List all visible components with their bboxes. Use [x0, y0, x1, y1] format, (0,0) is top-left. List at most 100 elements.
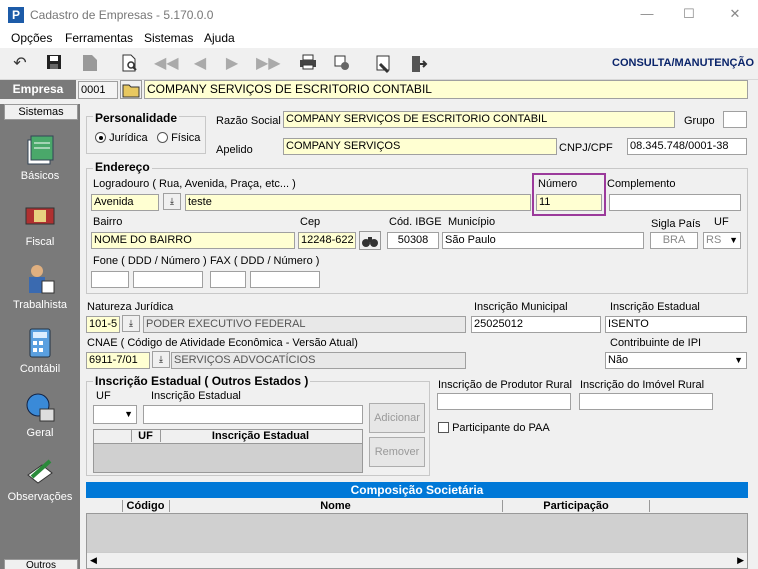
scroll-left-icon[interactable]: ◀: [90, 555, 97, 566]
previous-record-icon[interactable]: ◀: [190, 54, 210, 74]
app-icon: P: [8, 7, 24, 23]
contrib-ipi-select[interactable]: Não ▼: [605, 352, 747, 369]
menu-ajuda[interactable]: Ajuda: [204, 31, 235, 45]
cnpj-input[interactable]: 08.345.748/0001-38: [627, 138, 747, 155]
basicos-icon: [27, 135, 54, 165]
ie-outros-ie-label: Inscrição Estadual: [151, 390, 241, 402]
numero-label: Número: [538, 178, 578, 190]
sidebar-tab-outros[interactable]: Outros: [4, 559, 78, 569]
apelido-input[interactable]: COMPANY SERVIÇOS: [283, 138, 557, 155]
insc-estadual-label: Inscrição Estadual: [610, 301, 700, 313]
ie-outros-uf-label: UF: [96, 390, 111, 402]
sidebar-label-geral: Geral: [26, 427, 54, 439]
adicionar-button[interactable]: Adicionar: [369, 403, 425, 433]
imovel-rural-label: Inscrição do Imóvel Rural: [580, 379, 705, 391]
logradouro-input[interactable]: teste: [185, 194, 531, 211]
sidebar-item-contabil[interactable]: Contábil: [0, 327, 80, 375]
razao-social-input[interactable]: COMPANY SERVIÇOS DE ESCRITORIO CONTABIL: [283, 111, 675, 128]
grupo-input[interactable]: [723, 111, 747, 128]
ie-outros-uf-select[interactable]: ▼: [93, 405, 137, 424]
cnae-code-input[interactable]: 6911-7/01: [86, 352, 150, 369]
complemento-input[interactable]: [609, 194, 741, 211]
produtor-rural-label: Inscrição de Produtor Rural: [438, 379, 572, 391]
first-record-icon[interactable]: ◀◀: [154, 54, 179, 74]
razao-social-label: Razão Social: [216, 115, 281, 127]
municipio-label: Município: [448, 216, 496, 228]
produtor-rural-input[interactable]: [437, 393, 571, 410]
ibge-input[interactable]: 50308: [387, 232, 439, 249]
sidebar-item-fiscal[interactable]: Fiscal: [0, 200, 80, 248]
sidebar-item-basicos[interactable]: Básicos: [0, 134, 80, 182]
minimize-button[interactable]: —: [636, 4, 658, 24]
horizontal-scrollbar[interactable]: ◀ ▶: [87, 552, 747, 568]
fone-ddd-input[interactable]: [91, 271, 129, 288]
ibge-label: Cód. IBGE: [389, 216, 442, 228]
ie-outros-col-ie: Inscrição Estadual: [160, 430, 360, 442]
close-button[interactable]: ✕: [724, 4, 746, 24]
menu-sistemas[interactable]: Sistemas: [144, 31, 193, 45]
maximize-button[interactable]: ☐: [678, 4, 700, 24]
bairro-input[interactable]: NOME DO BAIRRO: [91, 232, 295, 249]
sigla-pais-input[interactable]: BRA: [650, 232, 698, 249]
fone-numero-input[interactable]: [133, 271, 203, 288]
empresa-name[interactable]: COMPANY SERVIÇOS DE ESCRITORIO CONTABIL: [144, 80, 748, 99]
ie-outros-ie-input[interactable]: [143, 405, 363, 424]
menu-ferramentas[interactable]: Ferramentas: [65, 31, 133, 45]
sidebar-item-geral[interactable]: Geral: [0, 391, 80, 439]
radio-fisica[interactable]: Física: [157, 132, 200, 144]
fone-label: Fone ( DDD / Número ): [93, 255, 207, 267]
cep-input[interactable]: 12248-622: [298, 232, 356, 249]
logradouro-tipo-input[interactable]: Avenida: [91, 194, 159, 211]
insc-municipal-input[interactable]: 25025012: [471, 316, 601, 333]
paa-label: Participante do PAA: [452, 422, 550, 434]
ie-outros-uf-chevron-down-icon: ▼: [124, 409, 133, 419]
imovel-rural-input[interactable]: [579, 393, 713, 410]
menu-opcoes[interactable]: Opções: [11, 31, 52, 45]
natureza-lookup-icon[interactable]: ⤓: [122, 315, 140, 332]
sidebar-item-observacoes[interactable]: Observações: [0, 455, 80, 503]
print-icon[interactable]: [298, 54, 318, 74]
exit-icon[interactable]: [408, 54, 428, 74]
composicao-col-participacao: Participação: [502, 500, 650, 512]
contrib-ipi-label: Contribuinte de IPI: [610, 337, 702, 349]
insc-estadual-input[interactable]: ISENTO: [605, 316, 747, 333]
new-document-icon[interactable]: [80, 54, 100, 74]
empresa-code[interactable]: 0001: [78, 81, 118, 99]
next-record-icon[interactable]: ▶: [222, 54, 242, 74]
paa-checkbox[interactable]: Participante do PAA: [438, 422, 550, 434]
sidebar-label-trabalhista: Trabalhista: [12, 299, 67, 311]
grupo-label: Grupo: [684, 115, 715, 127]
cnae-lookup-icon[interactable]: ⤓: [152, 351, 170, 368]
last-record-icon[interactable]: ▶▶: [256, 54, 281, 74]
tools-icon[interactable]: [374, 54, 394, 74]
radio-juridica[interactable]: Jurídica: [95, 132, 148, 144]
mode-label: CONSULTA/MANUTENÇÃO: [612, 57, 754, 69]
fax-ddd-input[interactable]: [210, 271, 246, 288]
sidebar-label-contabil: Contábil: [19, 363, 61, 375]
municipio-input[interactable]: São Paulo: [442, 232, 644, 249]
uf-select[interactable]: RS ▼: [703, 232, 741, 249]
save-icon[interactable]: [44, 54, 64, 74]
preview-icon[interactable]: [120, 54, 140, 74]
natureza-code-input[interactable]: 101-5: [86, 316, 120, 333]
bairro-label: Bairro: [93, 216, 123, 228]
remover-button[interactable]: Remover: [369, 437, 425, 467]
cnae-label: CNAE ( Código de Atividade Econômica - V…: [87, 337, 358, 349]
numero-input[interactable]: 11: [536, 194, 602, 211]
scroll-right-icon[interactable]: ▶: [737, 555, 744, 566]
print-setup-icon[interactable]: [332, 54, 352, 74]
binoculars-icon[interactable]: [359, 231, 381, 250]
sidebar-item-trabalhista[interactable]: Trabalhista: [0, 263, 80, 311]
notepad-pen-icon: [27, 459, 53, 484]
fax-numero-input[interactable]: [250, 271, 320, 288]
sidebar-label-fiscal: Fiscal: [25, 236, 55, 248]
ie-outros-col-uf: UF: [131, 430, 159, 442]
sidebar-tab-sistemas[interactable]: Sistemas: [4, 104, 78, 120]
personalidade-title: Personalidade: [93, 111, 180, 125]
logradouro-tipo-lookup-icon[interactable]: ⤓: [163, 193, 181, 210]
open-folder-icon[interactable]: [120, 80, 142, 99]
undo-icon[interactable]: ↶: [10, 54, 30, 74]
composicao-title: Composição Societária: [86, 482, 748, 498]
window-title: Cadastro de Empresas - 5.170.0.0: [30, 8, 214, 22]
fax-label: FAX ( DDD / Número ): [210, 255, 320, 267]
